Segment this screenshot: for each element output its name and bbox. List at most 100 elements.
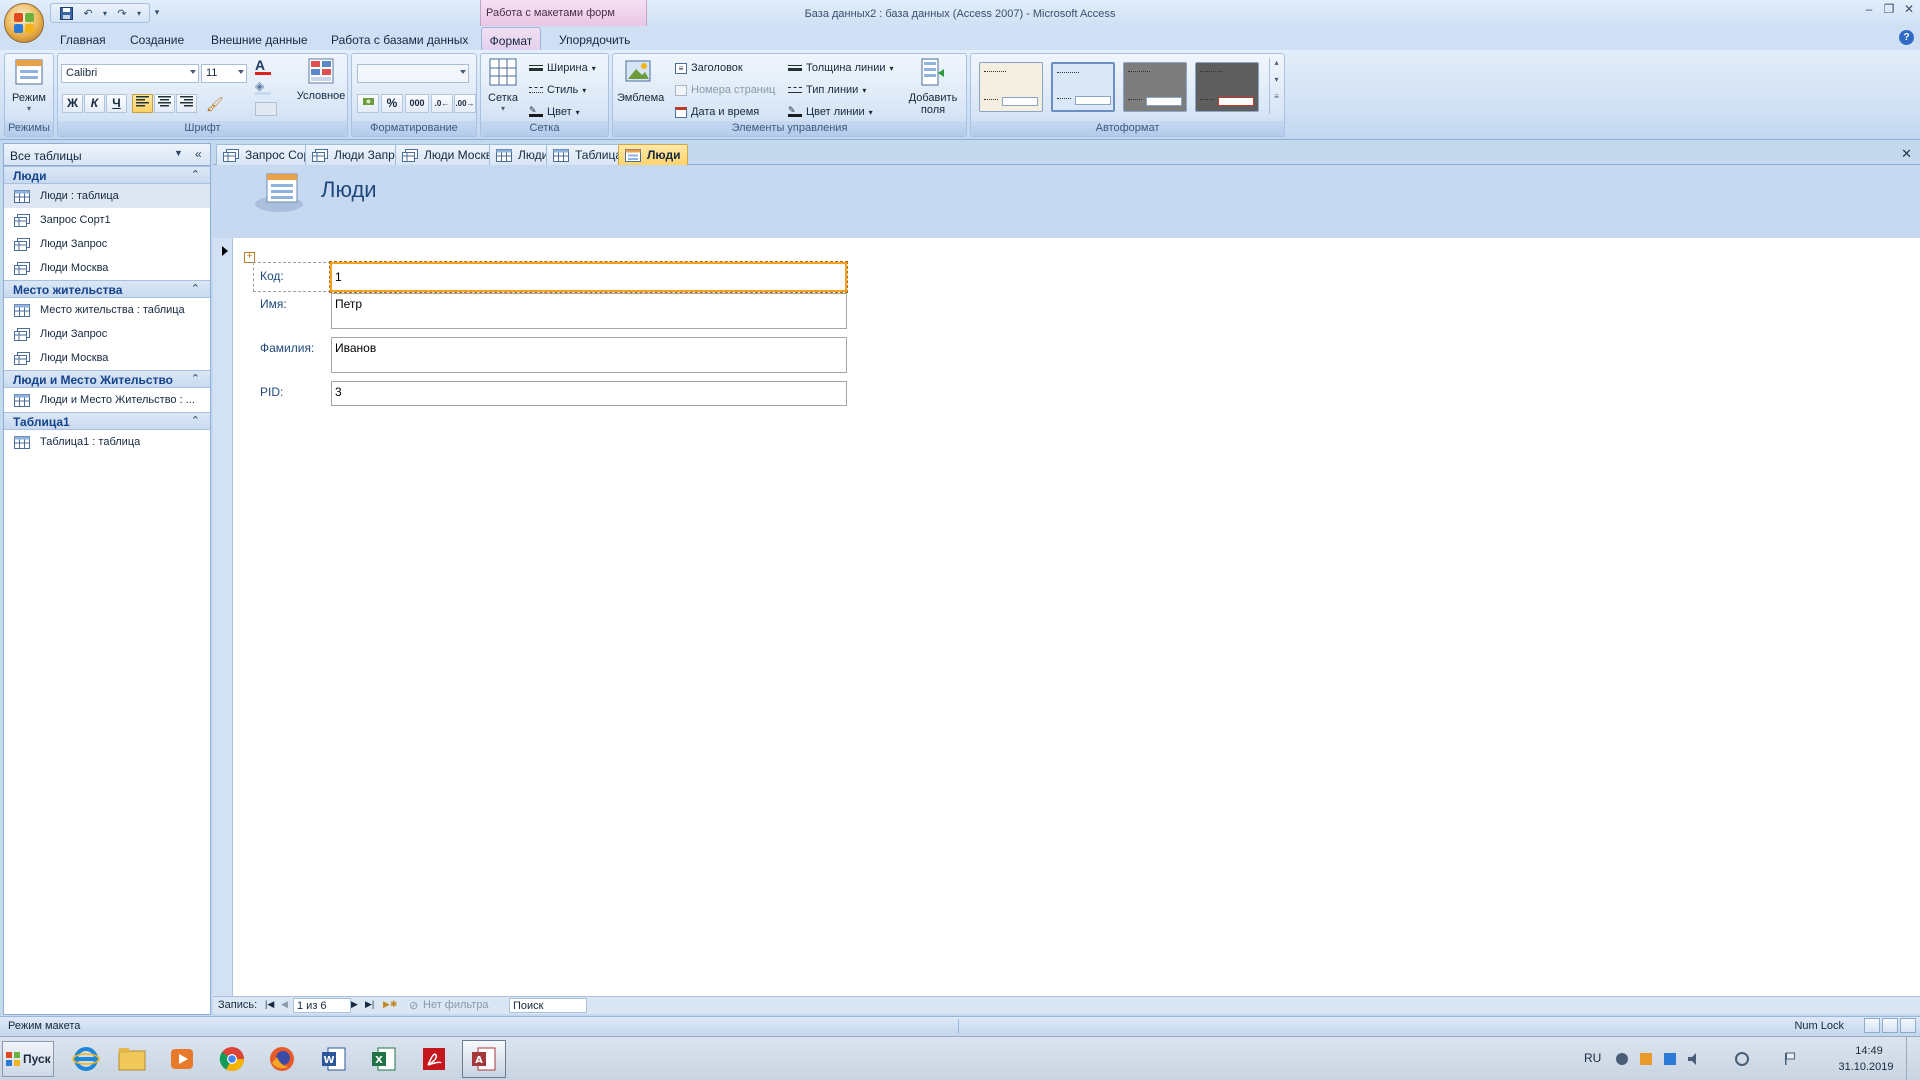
new-record-icon[interactable]: ▶✱	[383, 999, 397, 1010]
date-time-button[interactable]: Дата и время	[675, 102, 759, 122]
filter-status[interactable]: Нет фильтра	[423, 999, 489, 1011]
gridlines-button[interactable]: Сетка ▾	[485, 57, 521, 113]
keyboard-language[interactable]: RU	[1584, 1051, 1601, 1065]
close-icon[interactable]: ✕	[1902, 2, 1916, 16]
restore-icon[interactable]: ❐	[1882, 2, 1896, 16]
view-button[interactable]: Режим ▾	[9, 57, 49, 113]
decrease-decimals-button[interactable]: .00→	[454, 94, 476, 113]
network-icon[interactable]	[1734, 1051, 1750, 1067]
grid-color-button[interactable]: ✎ Цвет ▾	[529, 102, 580, 122]
field-input-pid[interactable]: 3	[331, 381, 847, 406]
gallery-more-icon[interactable]: ≡	[1270, 92, 1283, 101]
fill-color-button[interactable]: ◈	[255, 80, 283, 98]
currency-button[interactable]	[357, 94, 379, 113]
percent-button[interactable]: %	[381, 94, 403, 113]
field-label-code[interactable]: Код:	[260, 269, 284, 283]
nav-item[interactable]: Люди Запрос	[4, 232, 210, 256]
collapse-group-icon[interactable]: ⌃	[191, 282, 200, 295]
document-tab[interactable]: Люди	[618, 144, 688, 165]
minimize-icon[interactable]: –	[1862, 2, 1876, 16]
nav-group-header[interactable]: Место жительства ⌃	[4, 280, 210, 298]
tab-arrange[interactable]: Упорядочить	[553, 30, 636, 50]
nav-item[interactable]: Люди : таблица	[4, 184, 210, 208]
nav-item[interactable]: Запрос Сорт1	[4, 208, 210, 232]
tab-home[interactable]: Главная	[54, 30, 112, 50]
gallery-down-icon[interactable]: ▾	[1270, 75, 1283, 84]
nav-group-header[interactable]: Люди и Место Жительство ⌃	[4, 370, 210, 388]
format-combo[interactable]	[357, 64, 469, 83]
taskbar-chrome[interactable]	[210, 1040, 254, 1078]
autoformat-style-thumb[interactable]	[1051, 62, 1115, 112]
bold-button[interactable]: Ж	[62, 94, 83, 113]
align-right-button[interactable]	[176, 94, 197, 113]
add-fields-button[interactable]: Добавить поля	[903, 57, 963, 116]
nav-header[interactable]: Все таблицы ▼ «	[4, 144, 210, 166]
field-label-pid[interactable]: PID:	[260, 385, 283, 399]
align-center-button[interactable]	[154, 94, 175, 113]
action-center-flag-icon[interactable]	[1782, 1051, 1798, 1067]
page-numbers-button[interactable]: Номера страниц	[675, 80, 775, 100]
clock-date[interactable]: 31.10.2019	[1834, 1061, 1898, 1073]
autoformat-style-thumb[interactable]	[1195, 62, 1259, 112]
form-title[interactable]: Люди	[321, 177, 377, 203]
taskbar-media-player[interactable]	[160, 1040, 204, 1078]
nav-item[interactable]: Место жительства : таблица	[4, 298, 210, 322]
line-color-button[interactable]: ✎ Цвет линии ▾	[788, 102, 873, 122]
nav-collapse-icon[interactable]: «	[195, 147, 202, 161]
first-record-icon[interactable]: |◀	[265, 999, 274, 1010]
taskbar-excel[interactable]: X	[362, 1040, 406, 1078]
nav-group-header[interactable]: Люди ⌃	[4, 166, 210, 184]
nav-item[interactable]: Люди и Место Жительство : ...	[4, 388, 210, 412]
design-view-switch-icon[interactable]	[1900, 1018, 1916, 1033]
nav-item[interactable]: Таблица1 : таблица	[4, 430, 210, 454]
font-name-combo[interactable]: Calibri	[61, 64, 199, 83]
nav-item[interactable]: Люди Москва	[4, 256, 210, 280]
tray-app-icon[interactable]	[1638, 1051, 1654, 1067]
line-type-button[interactable]: Тип линии ▾	[788, 80, 866, 100]
title-button[interactable]: ≡ Заголовок	[675, 58, 743, 78]
form-view-switch-icon[interactable]	[1864, 1018, 1880, 1033]
record-position-input[interactable]: 1 из 6	[293, 998, 351, 1013]
close-document-icon[interactable]: ✕	[1901, 146, 1912, 162]
field-input-code[interactable]: 1	[329, 261, 848, 293]
tab-database-tools[interactable]: Работа с базами данных	[325, 30, 474, 50]
underline-button[interactable]: Ч	[106, 94, 127, 113]
start-button[interactable]: Пуск	[2, 1041, 54, 1077]
show-desktop-button[interactable]	[1906, 1037, 1920, 1080]
nav-group-header[interactable]: Таблица1 ⌃	[4, 412, 210, 430]
layout-view-switch-icon[interactable]	[1882, 1018, 1898, 1033]
align-left-button[interactable]	[132, 94, 153, 113]
font-size-combo[interactable]: 11	[201, 64, 247, 83]
tab-create[interactable]: Создание	[124, 30, 190, 50]
gridlines-color-button[interactable]	[255, 102, 277, 116]
grid-style-button[interactable]: Стиль ▾	[529, 80, 586, 100]
nav-dropdown-icon[interactable]: ▼	[174, 148, 183, 158]
tray-sync-icon[interactable]	[1614, 1051, 1630, 1067]
tab-external-data[interactable]: Внешние данные	[205, 30, 314, 50]
help-icon[interactable]: ?	[1899, 30, 1914, 45]
conditional-formatting-button[interactable]: Условное	[296, 57, 346, 102]
grid-width-button[interactable]: Ширина ▾	[529, 58, 596, 78]
logo-button[interactable]: Эмблема	[617, 57, 664, 104]
taskbar-access[interactable]: A	[462, 1040, 506, 1078]
volume-icon[interactable]	[1686, 1051, 1702, 1067]
increase-decimals-button[interactable]: .0←	[431, 94, 453, 113]
clock-time[interactable]: 14:49	[1848, 1045, 1890, 1057]
record-selector[interactable]	[213, 238, 233, 996]
nav-item[interactable]: Люди Москва	[4, 346, 210, 370]
collapse-group-icon[interactable]: ⌃	[191, 414, 200, 427]
nav-item[interactable]: Люди Запрос	[4, 322, 210, 346]
taskbar-ie[interactable]	[64, 1040, 108, 1078]
field-label-name[interactable]: Имя:	[260, 297, 287, 311]
office-button[interactable]	[4, 3, 44, 43]
field-input-surname[interactable]: Иванов	[331, 337, 847, 373]
form-logo-icon[interactable]	[253, 170, 311, 214]
collapse-group-icon[interactable]: ⌃	[191, 372, 200, 385]
autoformat-style-thumb[interactable]	[979, 62, 1043, 112]
previous-record-icon[interactable]: ◀	[281, 999, 288, 1010]
autoformat-style-thumb[interactable]	[1123, 62, 1187, 112]
gallery-up-icon[interactable]: ▴	[1270, 58, 1283, 67]
italic-button[interactable]: К	[84, 94, 105, 113]
last-record-icon[interactable]: ▶|	[365, 999, 374, 1010]
taskbar-word[interactable]: W	[312, 1040, 356, 1078]
